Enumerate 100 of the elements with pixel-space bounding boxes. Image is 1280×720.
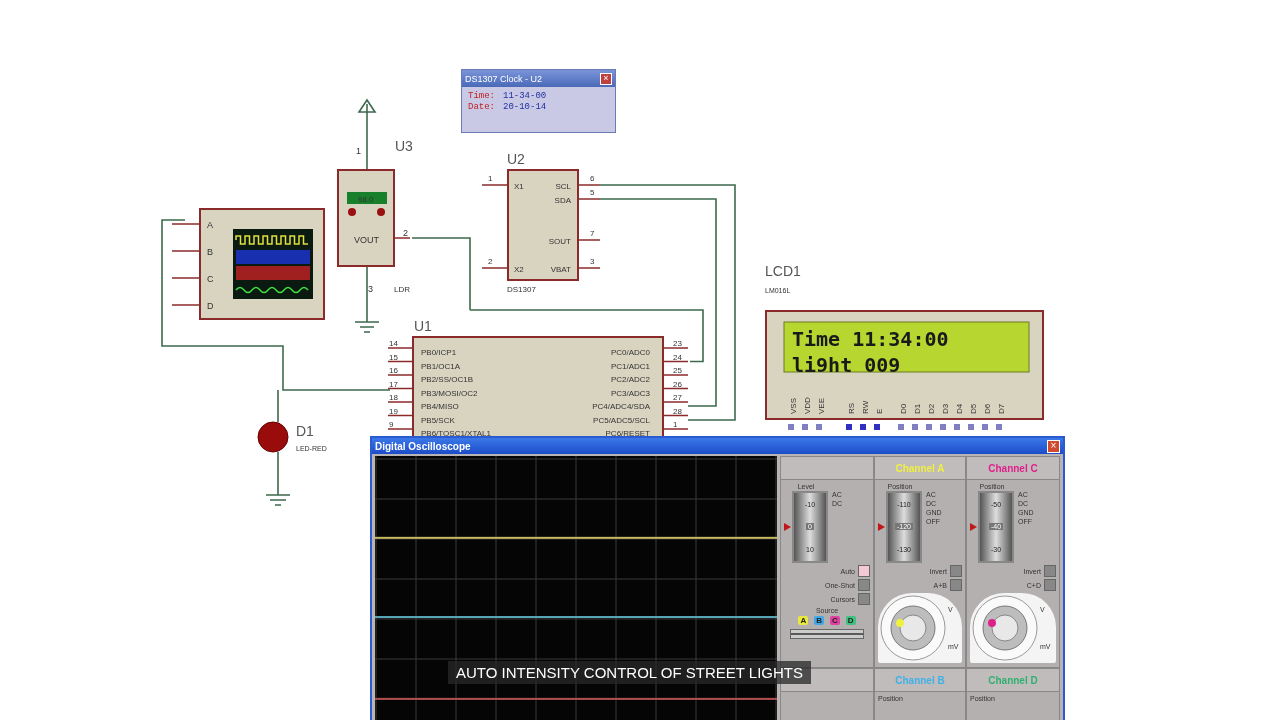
pin-number: 28	[673, 406, 682, 416]
pin-label: X2	[514, 265, 524, 274]
pin-number: 27	[673, 393, 682, 402]
pin-label: VBAT	[550, 265, 571, 274]
pin-label: D1	[913, 403, 922, 414]
toggle-button[interactable]	[1044, 565, 1056, 577]
source-option[interactable]: B	[814, 616, 824, 625]
pin-number: 6	[590, 174, 595, 183]
channel-title: Channel C	[988, 462, 1038, 474]
lcd-text: li9ht 009	[792, 353, 901, 377]
pin-label: D0	[899, 403, 908, 414]
pin-pad	[912, 424, 918, 430]
pin-label: PC2/ADC2	[610, 375, 650, 384]
pin-label: SCL	[555, 182, 571, 191]
pin-label: PC6/RESET	[605, 429, 650, 438]
field-value: 11-34-00	[503, 91, 547, 102]
led-icon[interactable]	[257, 421, 289, 453]
pin-label: PB4/MISO	[421, 402, 459, 411]
pin-number: 1	[488, 174, 493, 183]
source-option[interactable]: D	[845, 616, 856, 625]
pin-label: PB0/ICP1	[421, 348, 457, 357]
led-indicator-icon	[348, 208, 356, 216]
pin-number: 2	[403, 228, 408, 238]
pin-label: D7	[997, 403, 1006, 414]
rtc-chip[interactable]	[507, 169, 579, 281]
pin-number: 1	[356, 146, 361, 156]
pin-pad	[898, 424, 904, 430]
channel-title: Channel D	[988, 674, 1038, 686]
toggle-button[interactable]	[858, 565, 870, 577]
pin-label: PC3/ADC3	[610, 388, 650, 398]
pin-label: SDA	[554, 196, 571, 205]
knob-icon[interactable]	[972, 595, 1038, 661]
pin-pad	[954, 424, 960, 430]
source-bar[interactable]	[790, 629, 864, 639]
pin-label: C	[207, 274, 214, 284]
window-title: Digital Oscilloscope	[375, 440, 471, 452]
close-button[interactable]: ×	[1047, 439, 1060, 453]
lcd-text: Time 11:34:00	[792, 327, 949, 351]
pin-pad	[802, 424, 808, 430]
pin-number: 19	[389, 406, 398, 416]
pin-number: 7	[590, 229, 595, 238]
pin-label: RW	[861, 400, 870, 414]
pin-number: 18	[389, 393, 398, 402]
channel-title: Channel A	[895, 462, 945, 474]
ldr-sensor[interactable]	[337, 169, 395, 267]
pin-label: VOUT	[354, 235, 379, 245]
toggle-button[interactable]	[950, 565, 962, 577]
toggle-button[interactable]	[858, 593, 870, 605]
pin-label: PB2/SS/OC1B	[421, 375, 474, 384]
pin-label: D4	[955, 403, 964, 414]
pin-label: PC1/ADC1	[610, 361, 650, 371]
pin-label: RS	[847, 402, 856, 414]
pin-lead	[662, 360, 689, 363]
pin-number: 26	[673, 379, 682, 389]
pin-pad	[860, 424, 866, 430]
toggle-button[interactable]	[950, 579, 962, 591]
component-designator: U2	[507, 151, 525, 167]
pin-number: 3	[368, 284, 373, 294]
component-value: LDR	[394, 285, 410, 294]
pin-label: D2	[927, 403, 936, 414]
pin-pad	[816, 424, 822, 430]
pin-label: A	[207, 220, 213, 230]
pin-number: 23	[673, 339, 682, 348]
sensor-display: 98.0	[358, 195, 374, 204]
knob-icon[interactable]	[880, 595, 946, 661]
field-label: Time:	[468, 91, 495, 102]
pin-label: PB6/TOSC1/XTAL1	[421, 429, 491, 438]
pin-label: PB1/OC1A	[421, 361, 461, 371]
pin-pad	[788, 424, 794, 430]
component-part: DS1307	[507, 285, 536, 294]
component-designator: D1	[296, 423, 314, 439]
wire	[277, 451, 279, 496]
pin-label: VEE	[817, 398, 826, 414]
pin-number: 16	[389, 366, 398, 375]
pin-pad	[968, 424, 974, 430]
component-designator: LCD1	[765, 263, 801, 279]
power-terminal-icon	[358, 98, 376, 171]
toggle-button[interactable]	[858, 579, 870, 591]
pin-label: D6	[983, 403, 992, 414]
pin-label: X1	[514, 182, 524, 191]
pin-label: PC5/ADC5/SCL	[593, 415, 650, 425]
component-designator: U1	[414, 318, 432, 334]
pin-number: 9	[389, 420, 394, 429]
pin-label: PB5/SCK	[421, 415, 455, 425]
toggle-button[interactable]	[1044, 579, 1056, 591]
pin-label: D	[207, 301, 214, 311]
pin-number: 5	[590, 188, 595, 197]
pin-pad	[982, 424, 988, 430]
source-option[interactable]: C	[830, 616, 840, 625]
pin-pad	[874, 424, 880, 430]
pin-lead	[387, 414, 414, 417]
pin-number: 14	[389, 339, 398, 348]
close-button[interactable]: ×	[600, 72, 612, 85]
pin-label: E	[875, 408, 884, 414]
pin-label: VSS	[789, 398, 798, 414]
pin-number: 17	[389, 379, 398, 389]
pin-pad	[940, 424, 946, 430]
pin-lead	[387, 360, 414, 363]
source-option[interactable]: A	[798, 616, 809, 625]
pin-label: D3	[941, 403, 950, 414]
